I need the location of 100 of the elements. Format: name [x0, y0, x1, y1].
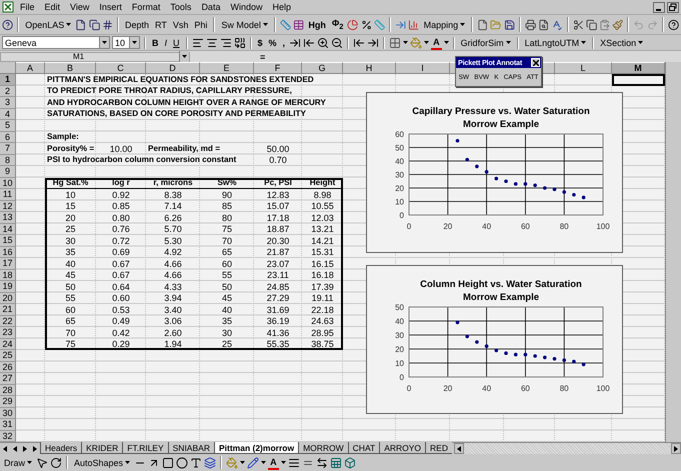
- row-header[interactable]: 12: [0, 200, 16, 212]
- macro-menu[interactable]: GridforSim: [458, 35, 513, 50]
- row-header[interactable]: 13: [0, 212, 16, 224]
- column-header[interactable]: L: [555, 62, 612, 74]
- pie-chart-icon[interactable]: [347, 18, 359, 30]
- menu-item[interactable]: Data: [197, 2, 224, 12]
- row-header[interactable]: 4: [0, 108, 16, 120]
- restore-icon[interactable]: [667, 2, 679, 12]
- row-header[interactable]: 5: [0, 120, 16, 132]
- column-header[interactable]: A: [16, 62, 45, 74]
- right-arrow-icon[interactable]: [674, 446, 678, 452]
- row-header[interactable]: 7: [0, 143, 16, 154]
- hgh-button[interactable]: Hgh: [306, 17, 328, 32]
- macro-menu[interactable]: LatLngtoUTM: [522, 35, 588, 50]
- cut-icon[interactable]: [572, 18, 584, 30]
- log-button[interactable]: Phi: [192, 17, 210, 32]
- column-header[interactable]: F: [254, 62, 302, 74]
- row-header[interactable]: 24: [0, 338, 16, 350]
- column-header[interactable]: G: [302, 62, 343, 74]
- currency-button[interactable]: $: [256, 35, 265, 50]
- row-header[interactable]: 29: [0, 396, 16, 408]
- app-icon[interactable]: [2, 1, 14, 13]
- mapping-menu[interactable]: Mapping: [422, 17, 468, 32]
- hatched-grid-icon[interactable]: [293, 18, 304, 30]
- row-header[interactable]: 16: [0, 246, 16, 258]
- percent-icon[interactable]: [360, 18, 372, 30]
- documents-icon[interactable]: [88, 18, 100, 30]
- column-header[interactable]: E: [200, 62, 254, 74]
- font-color-button[interactable]: A: [268, 455, 279, 470]
- percent-button[interactable]: %: [266, 35, 279, 50]
- outdent-icon[interactable]: [353, 36, 366, 48]
- phi-two-button[interactable]: Φ$_{2}$: [330, 17, 346, 32]
- row-header[interactable]: 14: [0, 224, 16, 235]
- row-header[interactable]: 23: [0, 327, 16, 338]
- column-header[interactable]: B: [45, 62, 96, 74]
- row-header[interactable]: 3: [0, 97, 16, 108]
- preview-icon[interactable]: [538, 18, 550, 30]
- save-icon[interactable]: [504, 18, 515, 30]
- column-header[interactable]: I: [396, 62, 450, 74]
- menu-item[interactable]: Format: [128, 2, 164, 12]
- fill-color-icon[interactable]: [410, 36, 422, 48]
- column-header[interactable]: M: [612, 62, 665, 74]
- new-icon[interactable]: [477, 18, 488, 30]
- sheet-tab[interactable]: ARROYO: [379, 442, 426, 454]
- arrow-style-icon[interactable]: [316, 456, 328, 468]
- left-arrow-icon[interactable]: [456, 446, 461, 452]
- row-header[interactable]: 32: [0, 430, 16, 442]
- menu-item[interactable]: Tools: [166, 2, 196, 12]
- sheet-tab[interactable]: RED: [425, 442, 452, 454]
- row-header[interactable]: 6: [0, 132, 16, 143]
- openlas-menu[interactable]: OpenLAS: [23, 17, 74, 32]
- rectangle-icon[interactable]: [162, 456, 174, 468]
- text-box-icon[interactable]: [190, 456, 202, 468]
- fill-color-icon[interactable]: [226, 456, 238, 468]
- log-button[interactable]: RT: [153, 17, 169, 32]
- row-header[interactable]: 1: [0, 74, 16, 86]
- column-header[interactable]: C: [96, 62, 146, 74]
- style-button[interactable]: I: [162, 35, 170, 50]
- name-box[interactable]: M1: [0, 52, 190, 62]
- font-field[interactable]: Geneva: [2, 36, 110, 49]
- 3d-icon[interactable]: [344, 456, 356, 468]
- pointer-icon[interactable]: [36, 456, 48, 468]
- scroll-left-button[interactable]: [454, 443, 464, 454]
- zoom-in-icon[interactable]: [317, 36, 330, 48]
- spelling-icon[interactable]: [551, 18, 563, 30]
- sheet-tab[interactable]: Pittman (2)morrow: [214, 442, 298, 454]
- menu-item[interactable]: File: [16, 2, 39, 12]
- active-cell[interactable]: [612, 74, 665, 86]
- row-header[interactable]: 20: [0, 292, 16, 304]
- column-header[interactable]: H: [343, 62, 396, 74]
- sheet-tab[interactable]: Headers: [40, 442, 82, 454]
- row-header[interactable]: 26: [0, 362, 16, 373]
- hash-icon[interactable]: [102, 18, 113, 30]
- row-header[interactable]: 10: [0, 178, 16, 189]
- align-center-icon[interactable]: [206, 36, 218, 48]
- borders-icon[interactable]: [389, 36, 402, 48]
- align-right-icon[interactable]: [220, 36, 232, 48]
- style-button[interactable]: B: [150, 35, 160, 50]
- print-icon[interactable]: [524, 18, 536, 30]
- menu-item[interactable]: Help: [268, 2, 295, 12]
- row-header[interactable]: 8: [0, 154, 16, 166]
- row-header[interactable]: 31: [0, 419, 16, 430]
- ruler-icon[interactable]: [280, 18, 292, 30]
- sheet-tab[interactable]: KRIDER: [81, 442, 122, 454]
- row-header[interactable]: 25: [0, 350, 16, 362]
- log-button[interactable]: Vsh: [170, 17, 190, 32]
- row-header[interactable]: 17: [0, 258, 16, 270]
- draw-menu[interactable]: Draw: [2, 455, 34, 470]
- autoshapes-menu[interactable]: AutoShapes: [72, 455, 132, 470]
- oval-icon[interactable]: [176, 456, 188, 468]
- bar-chart-icon[interactable]: [408, 18, 420, 30]
- minimize-icon[interactable]: [653, 2, 665, 12]
- sheet-tab[interactable]: MORROW: [298, 442, 348, 454]
- row-header[interactable]: 21: [0, 304, 16, 316]
- help-icon[interactable]: [2, 18, 14, 30]
- row-header[interactable]: 30: [0, 408, 16, 419]
- zoom-out-icon[interactable]: [331, 36, 344, 48]
- merge-icon[interactable]: [234, 36, 246, 48]
- row-header[interactable]: 22: [0, 316, 16, 327]
- indent-icon[interactable]: [367, 36, 380, 48]
